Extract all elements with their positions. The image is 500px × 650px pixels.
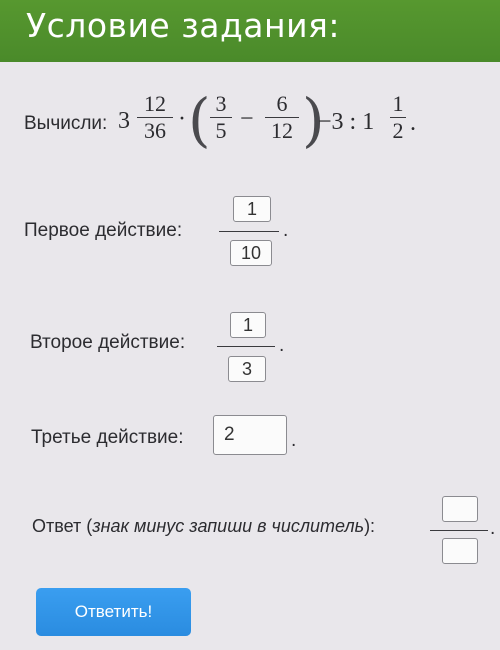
step2-fraction-bar: [217, 346, 275, 347]
multiply-sign: ·: [178, 106, 186, 132]
step1-numerator-input[interactable]: 1: [233, 196, 271, 222]
answer-label-start: Ответ (: [32, 516, 93, 536]
answer-label-hint: знак минус запиши в числитель: [92, 516, 365, 536]
fraction-1-2: 1 2: [390, 93, 406, 142]
step2-numerator-input[interactable]: 1: [230, 312, 266, 338]
task-title: Условие задания:: [26, 6, 341, 45]
fraction-12-36: 12 36: [137, 93, 173, 142]
step2-denominator-input[interactable]: 3: [228, 356, 266, 382]
fraction-3-5: 3 5: [210, 93, 232, 142]
fraction-denominator: 2: [392, 118, 404, 143]
answer-label: Ответ (знак минус запиши в числитель):: [32, 516, 375, 537]
fraction-numerator: 12: [144, 91, 166, 116]
answer-label-end: ):: [364, 516, 376, 536]
fraction-denominator: 12: [271, 118, 293, 143]
step3-label: Третье действие:: [31, 427, 184, 448]
task-header: Условие задания:: [0, 0, 500, 62]
submit-button[interactable]: Ответить!: [36, 588, 191, 636]
task-prompt: Вычисли:: [24, 113, 108, 134]
fraction-numerator: 1: [392, 91, 404, 116]
answer-period: .: [490, 518, 496, 539]
expression-end-period: .: [410, 110, 416, 136]
step1-denominator-input[interactable]: 10: [230, 240, 272, 266]
fraction-denominator: 5: [215, 118, 227, 143]
fraction-numerator: 3: [215, 91, 227, 116]
answer-fraction-bar: [430, 530, 488, 531]
step1-label: Первое действие:: [24, 220, 183, 241]
minus-sign: −: [240, 106, 254, 132]
answer-numerator-input[interactable]: [442, 496, 478, 522]
fraction-6-12: 6 12: [265, 93, 299, 142]
step1-period: .: [283, 220, 289, 241]
step3-input[interactable]: 2: [213, 415, 287, 455]
fraction-denominator: 36: [144, 118, 166, 143]
step2-period: .: [279, 335, 285, 356]
step3-period: .: [291, 430, 297, 451]
mixed-whole-1: 3: [118, 108, 130, 134]
expression-tail: −3 : 1: [318, 109, 375, 135]
left-paren: (: [188, 86, 211, 154]
step1-fraction-bar: [219, 231, 279, 232]
answer-denominator-input[interactable]: [442, 538, 478, 564]
step2-label: Второе действие:: [30, 332, 186, 353]
fraction-numerator: 6: [276, 91, 288, 116]
